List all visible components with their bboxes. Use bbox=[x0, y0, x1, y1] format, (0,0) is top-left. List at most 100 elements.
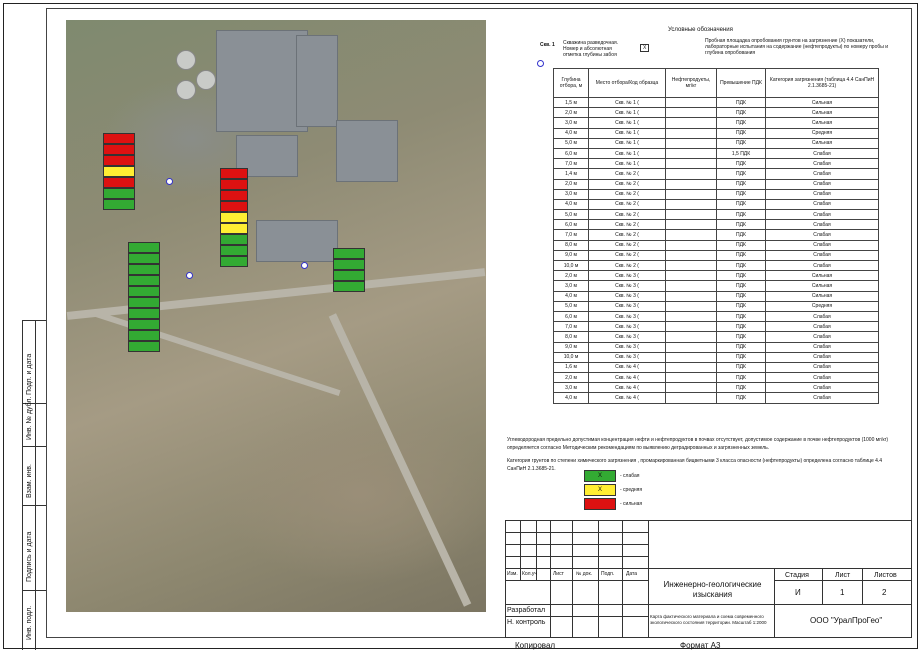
table-cell bbox=[665, 127, 717, 139]
table-cell bbox=[665, 249, 717, 262]
table-cell: Скв. № 2 ( bbox=[588, 219, 666, 231]
table-cell: Скв. № 2 ( bbox=[588, 168, 666, 180]
table-cell bbox=[665, 321, 717, 333]
sample-cell-green bbox=[128, 275, 160, 286]
side-cell: Взам. инв. bbox=[26, 464, 33, 498]
legend-level-label: - слабая bbox=[620, 473, 640, 479]
table-cell bbox=[665, 310, 717, 323]
table-cell: 3,0 м bbox=[553, 280, 589, 292]
sample-cell-yellow bbox=[220, 212, 248, 223]
sample-cell-green bbox=[220, 234, 248, 245]
table-cell: Скв. № 3 ( bbox=[588, 351, 666, 363]
building bbox=[216, 30, 308, 132]
table-row: 3,0 м Скв. № 2 (ПДК Слабая bbox=[553, 188, 879, 200]
sample-cell-green bbox=[128, 286, 160, 297]
table-cell: Средняя bbox=[765, 127, 879, 139]
table-cell: ПДК bbox=[716, 321, 766, 333]
table-cell: Скв. № 4 ( bbox=[588, 361, 666, 374]
table-cell bbox=[665, 198, 717, 211]
table-cell bbox=[665, 96, 717, 109]
table-cell bbox=[665, 382, 717, 394]
table-cell: Средняя bbox=[765, 300, 879, 312]
table-cell: ПДК bbox=[716, 290, 766, 302]
table-row: 4,0 м Скв. № 3 (ПДК Сильная bbox=[553, 290, 879, 302]
table-cell: ПДК bbox=[716, 198, 766, 211]
side-cell: Инв. подл. bbox=[26, 605, 33, 640]
table-cell bbox=[665, 361, 717, 374]
table-cell: ПДК bbox=[716, 229, 766, 241]
sample-cell-red bbox=[103, 133, 135, 144]
table-row: 7,0 м Скв. № 3 (ПДК Слабая bbox=[553, 321, 879, 333]
table-row: 4,0 м Скв. № 4 (ПДК Слабая bbox=[553, 392, 879, 404]
table-cell: Скв. № 2 ( bbox=[588, 249, 666, 262]
table-cell bbox=[665, 219, 717, 231]
sample-cell-green bbox=[220, 245, 248, 256]
table-cell: ПДК bbox=[716, 372, 766, 384]
table-cell: Скв. № 3 ( bbox=[588, 341, 666, 353]
table-cell: Слабая bbox=[765, 310, 879, 323]
sheet-value: 1 bbox=[840, 588, 845, 597]
table-cell: Сильная bbox=[765, 96, 879, 109]
table-cell: ПДК bbox=[716, 341, 766, 353]
table-cell bbox=[665, 117, 717, 129]
legend-well-marker bbox=[537, 60, 544, 67]
table-cell: 9,0 м bbox=[553, 341, 589, 353]
sheets-label: Листов bbox=[874, 572, 897, 579]
legend-sample-mark: Х bbox=[640, 44, 650, 52]
table-cell: 2,0 м bbox=[553, 372, 589, 384]
table-cell bbox=[665, 259, 717, 272]
well-marker bbox=[186, 272, 193, 279]
project-title: Инженерно-геологические изыскания bbox=[663, 580, 762, 599]
table-row: 2,0 м Скв. № 2 (ПДК Слабая bbox=[553, 178, 879, 190]
table-cell: Слабая bbox=[765, 168, 879, 180]
table-cell: 1,5 ПДК bbox=[716, 147, 766, 160]
table-cell: 5,0 м bbox=[553, 300, 589, 312]
table-cell: ПДК bbox=[716, 280, 766, 292]
table-cell: Слабая bbox=[765, 198, 879, 211]
table-cell bbox=[665, 168, 717, 180]
table-cell: ПДК bbox=[716, 361, 766, 374]
footer-format: Формат А3 bbox=[680, 641, 721, 650]
stage-value: И bbox=[795, 588, 801, 597]
table-cell: Слабая bbox=[765, 372, 879, 384]
table-cell bbox=[665, 209, 717, 221]
footer-copied: Копировал bbox=[515, 641, 556, 650]
table-cell: 7,0 м bbox=[553, 321, 589, 333]
table-cell bbox=[665, 372, 717, 384]
table-cell: ПДК bbox=[716, 270, 766, 282]
stamp-col-header: Кол.уч bbox=[522, 571, 537, 577]
table-cell: 4,0 м bbox=[553, 127, 589, 139]
table-cell bbox=[665, 351, 717, 363]
stamp-col-header: Лист bbox=[553, 571, 564, 577]
sample-cell-red bbox=[103, 144, 135, 155]
table-cell bbox=[665, 392, 717, 404]
table-cell: ПДК bbox=[716, 300, 766, 312]
legend-level-label: - сильная bbox=[620, 501, 643, 507]
table-cell: 4,0 м bbox=[553, 392, 589, 404]
table-cell: 10,0 м bbox=[553, 259, 589, 272]
stamp-col-header: Дата bbox=[626, 571, 638, 577]
table-cell: Скв. № 2 ( bbox=[588, 178, 666, 190]
table-row: 5,0 м Скв. № 1 (ПДК Сильная bbox=[553, 137, 879, 149]
sample-cell-green bbox=[333, 270, 365, 281]
sample-cell-red bbox=[220, 168, 248, 179]
table-cell: Скв. № 1 ( bbox=[588, 117, 666, 129]
table-row: 7,0 м Скв. № 1 (ПДК Слабая bbox=[553, 158, 879, 170]
table-cell: Скв. № 1 ( bbox=[588, 107, 666, 119]
table-cell bbox=[665, 178, 717, 190]
table-cell: ПДК bbox=[716, 127, 766, 139]
legend-well-text: Скважина разведочная. Номер и абсолютная… bbox=[563, 40, 619, 58]
table-cell: Слабая bbox=[765, 259, 879, 272]
table-cell: Слабая bbox=[765, 209, 879, 221]
table-cell: 3,0 м bbox=[553, 117, 589, 129]
table-row: 1,4 м Скв. № 2 (ПДК Слабая bbox=[553, 168, 879, 180]
sample-cell-green bbox=[128, 308, 160, 319]
table-cell: Слабая bbox=[765, 188, 879, 200]
table-cell bbox=[665, 107, 717, 119]
table-cell: 2,0 м bbox=[553, 270, 589, 282]
table-row: 3,0 м Скв. № 4 (ПДК Слабая bbox=[553, 382, 879, 394]
table-cell: Сильная bbox=[765, 270, 879, 282]
sample-cell-green bbox=[128, 253, 160, 264]
table-cell: Слабая bbox=[765, 147, 879, 160]
table-cell: Слабая bbox=[765, 331, 879, 343]
